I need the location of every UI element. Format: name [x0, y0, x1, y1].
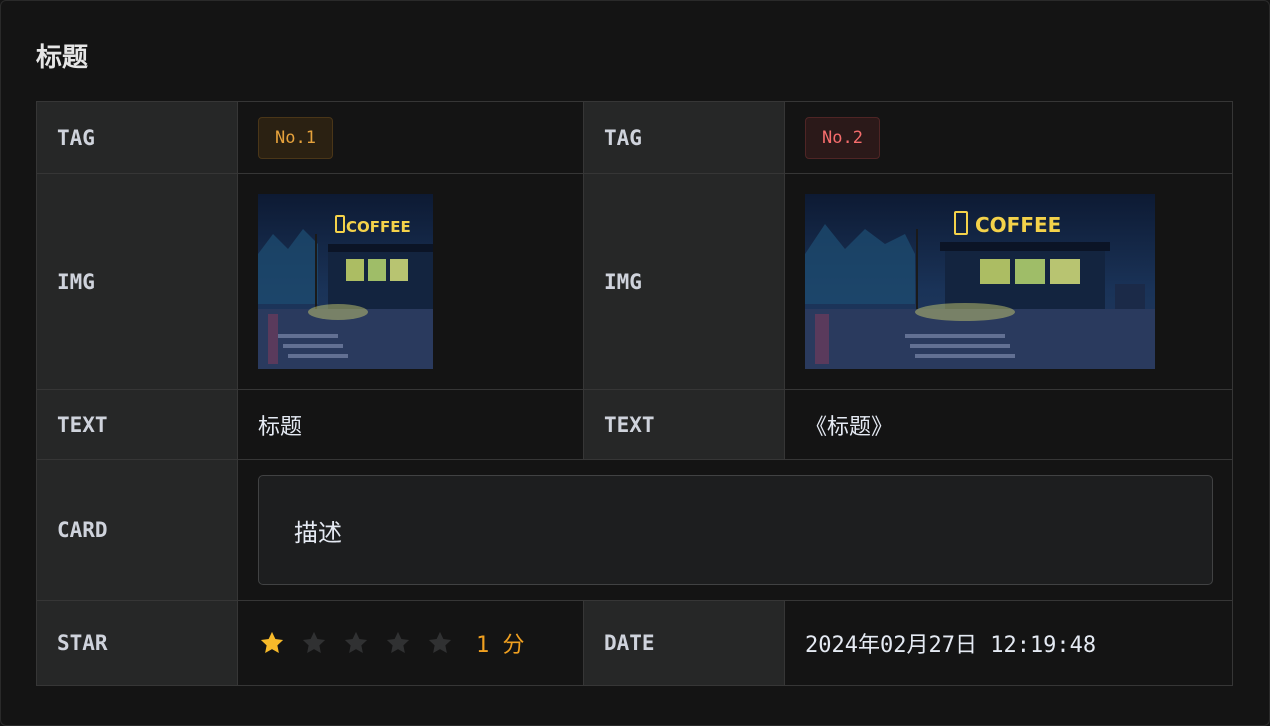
star-icon-5[interactable]: [426, 628, 468, 658]
cell-label-card: CARD: [36, 459, 238, 601]
cell-label-img-left: IMG: [36, 173, 238, 390]
table-row-text: TEXT 标题 TEXT 《标题》: [36, 389, 1233, 460]
table-row-tag: TAG No.1 TAG No.2: [36, 101, 1233, 174]
tag-badge-no2: No.2: [805, 116, 880, 159]
cell-img-right: COFFEE: [784, 173, 1233, 390]
cell-label-tag-right: TAG: [583, 101, 785, 174]
card-text: 描述: [294, 518, 342, 547]
star-icon-1[interactable]: [258, 628, 300, 658]
star-icon-2[interactable]: [300, 628, 342, 658]
table-row-img: IMG COFFEE IMG COFFEE: [36, 173, 1233, 390]
cell-label-date: DATE: [583, 600, 785, 686]
cell-card: 描述: [237, 459, 1233, 601]
coffee-sign-text: COFFEE: [975, 213, 1061, 237]
coffee-sign-text: COFFEE: [346, 218, 411, 236]
table-row-star: STAR 1 分 DATE 2024年02月27日 12:19:48: [36, 600, 1233, 686]
cell-img-left: COFFEE: [237, 173, 584, 390]
table-row-card: CARD 描述: [36, 459, 1233, 601]
descriptions-table: TAG No.1 TAG No.2 IMG COFFEE IMG COFFEE …: [36, 101, 1233, 686]
cell-label-text-right: TEXT: [583, 389, 785, 460]
coffee-shop-image-small[interactable]: COFFEE: [258, 194, 433, 369]
star-icon-3[interactable]: [342, 628, 384, 658]
star-rating[interactable]: 1 分: [258, 627, 583, 659]
cell-text-right: 《标题》: [784, 389, 1233, 460]
cell-tag-left: No.1: [237, 101, 584, 174]
rating-score-text: 1 分: [476, 633, 525, 658]
cell-label-text-left: TEXT: [36, 389, 238, 460]
cell-label-tag-left: TAG: [36, 101, 238, 174]
date-value: 2024年02月27日 12:19:48: [805, 633, 1097, 658]
cell-label-star: STAR: [36, 600, 238, 686]
cell-star: 1 分: [237, 600, 584, 686]
tag-badge-no1: No.1: [258, 116, 333, 159]
coffee-shop-image-wide[interactable]: COFFEE: [805, 194, 1155, 369]
page-title: 标题: [36, 43, 89, 73]
descriptions-panel: 标题 TAG No.1 TAG No.2 IMG COFFEE IMG COFF…: [0, 0, 1270, 726]
cell-date: 2024年02月27日 12:19:48: [784, 600, 1233, 686]
cell-label-img-right: IMG: [583, 173, 785, 390]
description-card: 描述: [258, 475, 1213, 585]
star-icon-4[interactable]: [384, 628, 426, 658]
cell-text-left: 标题: [237, 389, 584, 460]
cell-tag-right: No.2: [784, 101, 1233, 174]
